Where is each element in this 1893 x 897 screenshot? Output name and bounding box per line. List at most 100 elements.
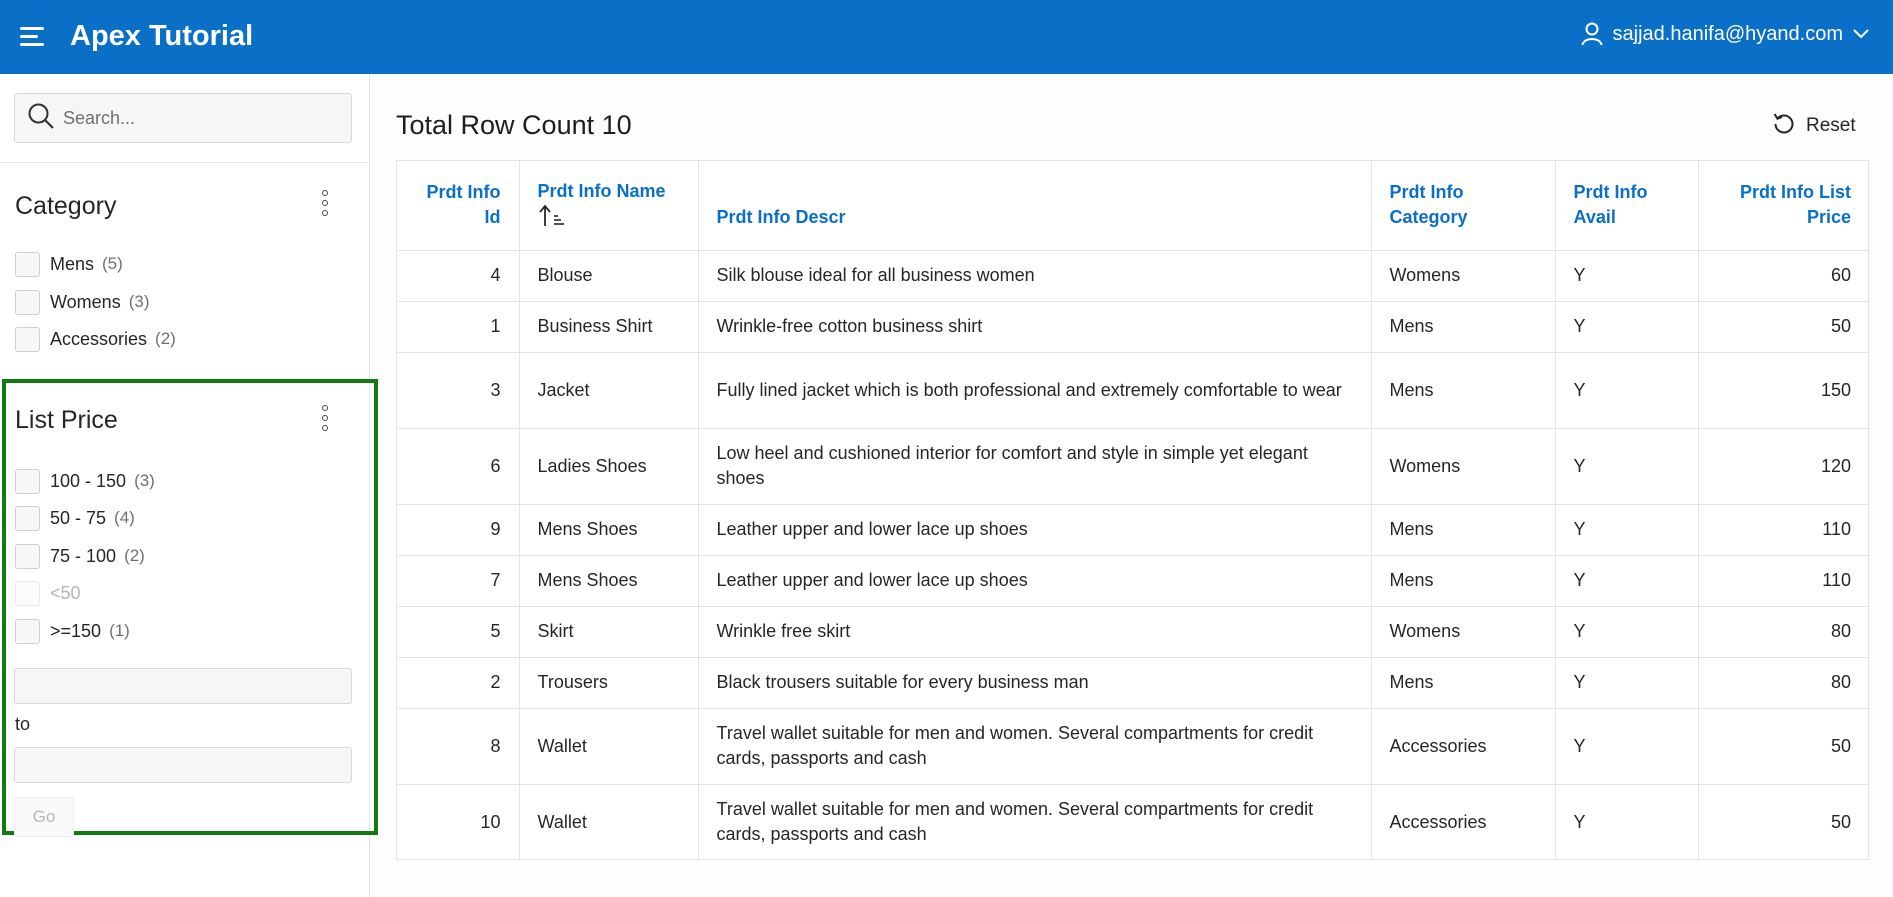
report-table: Prdt Info Id Prdt Info Name Prdt Info Des…: [396, 160, 1869, 860]
user-icon: [1581, 22, 1603, 46]
cell-id: 1: [397, 301, 520, 353]
checkbox[interactable]: [15, 468, 40, 494]
user-menu[interactable]: sajjad.hanifa@hyand.com: [1581, 22, 1869, 46]
table-row: 1 Business Shirt Wrinkle-free cotton bus…: [397, 301, 1869, 353]
cell-avail: Y: [1555, 708, 1699, 785]
cell-price: 150: [1698, 352, 1869, 429]
price-option-100-150[interactable]: 100 - 150 (3): [15, 468, 155, 494]
category-actions-kebab-icon[interactable]: [320, 190, 330, 218]
option-count: (2): [124, 546, 145, 565]
checkbox[interactable]: [15, 326, 40, 352]
cell-avail: Y: [1555, 352, 1699, 429]
option-label: <50: [50, 582, 81, 603]
cell-avail: Y: [1555, 428, 1699, 505]
cell-descr: Low heel and cushioned interior for comf…: [698, 428, 1372, 505]
table-row: 5 Skirt Wrinkle free skirt Womens Y 80: [397, 606, 1869, 658]
checkbox[interactable]: [15, 289, 40, 315]
cell-descr: Wrinkle-free cotton business shirt: [698, 301, 1372, 353]
cell-price: 80: [1698, 657, 1869, 709]
table-row: 4 Blouse Silk blouse ideal for all busin…: [397, 250, 1869, 302]
sidebar-divider: [0, 162, 370, 163]
checkbox[interactable]: [15, 618, 40, 644]
cell-name: Blouse: [519, 250, 699, 302]
price-range-to-input[interactable]: [14, 747, 352, 783]
faceted-search-sidebar: Category Mens (5) Womens (3) Accessories…: [0, 74, 378, 897]
reset-label: Reset: [1806, 115, 1856, 136]
column-header-descr[interactable]: Prdt Info Descr: [698, 161, 1372, 251]
cell-id: 10: [397, 784, 520, 860]
cell-price: 50: [1830, 811, 1851, 832]
option-label: 75 - 100: [50, 545, 117, 566]
app-title[interactable]: Apex Tutorial: [70, 20, 253, 53]
cell-id: 4: [397, 250, 520, 302]
checkbox[interactable]: [15, 543, 40, 569]
cell-descr: Travel wallet suitable for men and women…: [698, 708, 1372, 785]
search-icon: [15, 102, 55, 135]
price-option-150-plus[interactable]: >=150 (1): [15, 618, 130, 644]
top-header: Apex Tutorial sajjad.hanifa@hyand.com: [0, 0, 1893, 74]
cell-category: Womens: [1371, 428, 1556, 505]
header-line: Prdt Info: [1389, 181, 1464, 202]
header-line: Id: [484, 206, 501, 227]
cell-descr: Leather upper and lower lace up shoes: [698, 504, 1372, 556]
cell-price: 60: [1698, 250, 1869, 302]
cell-category: Mens: [1371, 352, 1556, 429]
option-label: Accessories: [50, 328, 148, 349]
cell-price: 110: [1698, 555, 1869, 607]
cell-price: 50: [1698, 708, 1869, 785]
price-option-75-100[interactable]: 75 - 100 (2): [15, 543, 145, 569]
cell-id: 8: [397, 708, 520, 785]
cell-avail: Y: [1555, 555, 1699, 607]
checkbox[interactable]: [15, 505, 40, 531]
price-option-50-75[interactable]: 50 - 75 (4): [15, 505, 135, 531]
header-line: Price: [1806, 206, 1851, 227]
cell-descr: Wrinkle free skirt: [698, 606, 1372, 658]
option-label: 100 - 150: [50, 470, 127, 491]
chevron-down-icon: [1853, 29, 1869, 39]
cell-name: Wallet: [519, 784, 699, 860]
column-header-avail[interactable]: Prdt Info Avail: [1555, 161, 1699, 251]
cell-avail: Y: [1555, 606, 1699, 658]
cell-id: 9: [397, 504, 520, 556]
cell-descr: Travel wallet suitable for men and women…: [698, 784, 1372, 860]
cell-category: Mens: [1371, 555, 1556, 607]
price-range-from-input[interactable]: [14, 668, 352, 704]
list-price-facet-title: List Price: [15, 406, 118, 434]
column-header-id[interactable]: Prdt Info Id: [397, 161, 520, 251]
cell-category: Mens: [1371, 301, 1556, 353]
reset-button[interactable]: Reset: [1772, 111, 1856, 141]
category-option-womens[interactable]: Womens (3): [15, 289, 149, 315]
column-header-name[interactable]: Prdt Info Name: [519, 161, 699, 251]
cell-descr: Black trousers suitable for every busine…: [698, 657, 1372, 709]
option-label: >=150: [50, 620, 102, 641]
search-field[interactable]: [14, 93, 352, 143]
checkbox[interactable]: [15, 251, 40, 277]
reset-icon: [1772, 111, 1796, 141]
category-facet-title: Category: [15, 192, 117, 220]
cell-name: Business Shirt: [519, 301, 699, 353]
cell-avail: Y: [1555, 784, 1699, 860]
option-label: Womens: [50, 291, 121, 312]
cell-name: Wallet: [519, 708, 699, 785]
table-header-row: Prdt Info Id Prdt Info Name Prdt Info Des…: [397, 161, 1869, 251]
cell-avail: Y: [1555, 504, 1699, 556]
range-to-label: to: [15, 714, 31, 734]
column-header-list-price[interactable]: Prdt Info List Price: [1698, 161, 1869, 251]
cell-category: Accessories: [1371, 708, 1556, 785]
cell-price: 120: [1698, 428, 1869, 505]
cell-name: Jacket: [519, 352, 699, 429]
cell-category: Mens: [1371, 504, 1556, 556]
table-row: 9 Mens Shoes Leather upper and lower lac…: [397, 504, 1869, 556]
table-row: 2 Trousers Black trousers suitable for e…: [397, 657, 1869, 709]
search-input[interactable]: [63, 107, 333, 129]
cell-price: 50: [1698, 301, 1869, 353]
table-row: 7 Mens Shoes Leather upper and lower lac…: [397, 555, 1869, 607]
list-price-actions-kebab-icon[interactable]: [320, 405, 330, 433]
column-header-category[interactable]: Prdt Info Category: [1371, 161, 1556, 251]
category-option-mens[interactable]: Mens (5): [15, 251, 123, 277]
cell-name: Mens Shoes: [519, 555, 699, 607]
header-line: Prdt Info Descr: [716, 206, 846, 227]
table-row: 3 Jacket Fully lined jacket which is bot…: [397, 352, 1869, 429]
category-option-accessories[interactable]: Accessories (2): [15, 326, 176, 352]
menu-hamburger-icon[interactable]: [20, 27, 46, 47]
